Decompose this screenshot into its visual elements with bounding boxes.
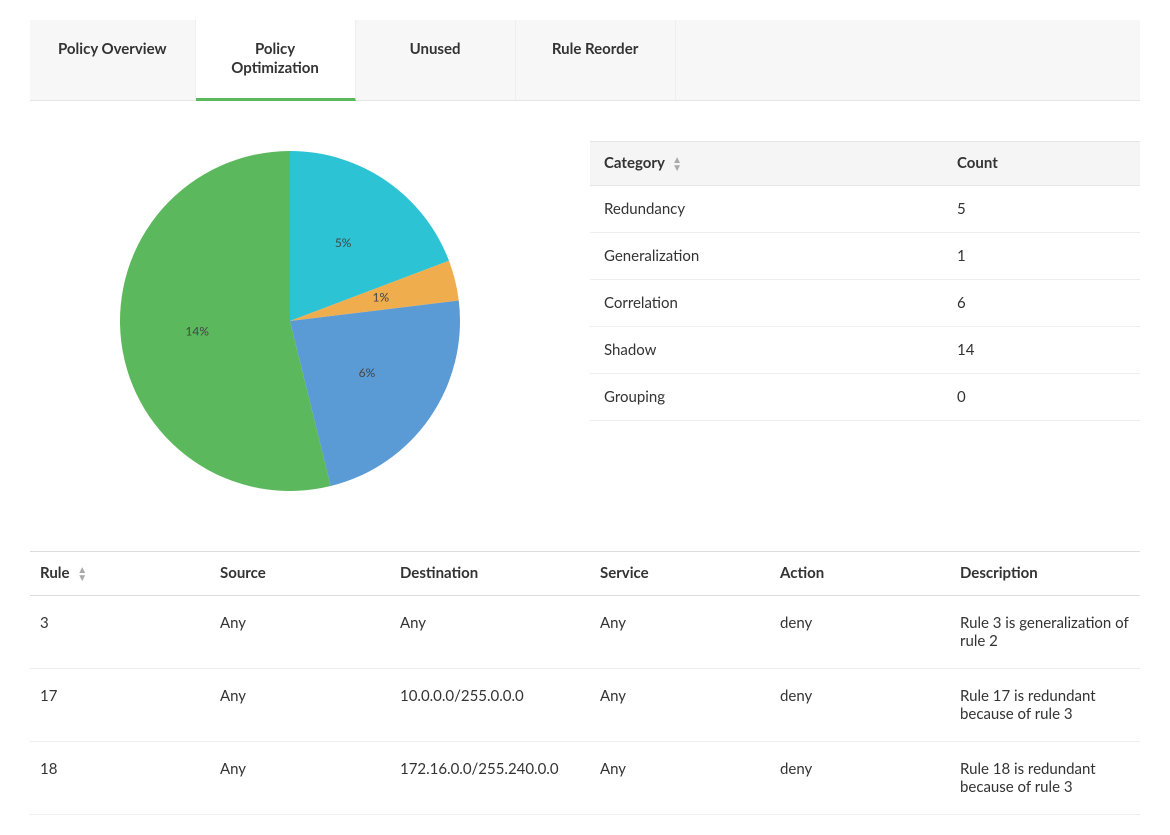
action-cell: deny xyxy=(770,668,950,741)
pie-slice-label: 6% xyxy=(359,365,376,380)
rules-header-destination[interactable]: Destination xyxy=(390,551,590,595)
category-cell: Redundancy xyxy=(590,185,943,232)
rules-header-action[interactable]: Action xyxy=(770,551,950,595)
rules-header-service[interactable]: Service xyxy=(590,551,770,595)
table-row[interactable]: Redundancy5 xyxy=(590,185,1140,232)
category-cell: Generalization xyxy=(590,232,943,279)
count-cell: 5 xyxy=(943,185,1140,232)
source-cell: Any xyxy=(210,595,390,668)
tab-rule-reorder[interactable]: Rule Reorder xyxy=(516,20,676,100)
pie-slice-label: 5% xyxy=(335,235,352,250)
destination-cell: 10.0.0.0/255.0.0.0 xyxy=(390,668,590,741)
table-row[interactable]: 17Any10.0.0.0/255.0.0.0AnydenyRule 17 is… xyxy=(30,668,1140,741)
table-row[interactable]: Correlation6 xyxy=(590,279,1140,326)
description-cell: Rule 3 is generalization of rule 2 xyxy=(950,595,1140,668)
category-header-count[interactable]: Count xyxy=(943,141,1140,185)
rules-header-rule[interactable]: Rule xyxy=(30,551,210,595)
pie-slice-label: 14% xyxy=(185,323,209,338)
tabs: Policy OverviewPolicyOptimizationUnusedR… xyxy=(30,20,1140,101)
action-cell: deny xyxy=(770,741,950,814)
table-row[interactable]: Shadow14 xyxy=(590,326,1140,373)
rules-table: Rule Source Destination Service Action D… xyxy=(30,551,1140,815)
sort-icon[interactable] xyxy=(77,565,87,583)
rules-header-description[interactable]: Description xyxy=(950,551,1140,595)
service-cell: Any xyxy=(590,668,770,741)
tab-policy-optimization[interactable]: PolicyOptimization xyxy=(196,20,356,101)
table-row[interactable]: Generalization1 xyxy=(590,232,1140,279)
count-cell: 14 xyxy=(943,326,1140,373)
category-cell: Correlation xyxy=(590,279,943,326)
count-cell: 0 xyxy=(943,373,1140,420)
count-cell: 1 xyxy=(943,232,1140,279)
rules-header-source[interactable]: Source xyxy=(210,551,390,595)
pie-slice-label: 1% xyxy=(372,289,389,304)
rule-cell: 18 xyxy=(30,741,210,814)
description-cell: Rule 18 is redundant because of rule 3 xyxy=(950,741,1140,814)
tab-policy-overview[interactable]: Policy Overview xyxy=(30,20,196,100)
count-cell: 6 xyxy=(943,279,1140,326)
description-cell: Rule 17 is redundant because of rule 3 xyxy=(950,668,1140,741)
destination-cell: 172.16.0.0/255.240.0.0 xyxy=(390,741,590,814)
source-cell: Any xyxy=(210,741,390,814)
service-cell: Any xyxy=(590,595,770,668)
table-row[interactable]: 3AnyAnyAnydenyRule 3 is generalization o… xyxy=(30,595,1140,668)
destination-cell: Any xyxy=(390,595,590,668)
category-header-category[interactable]: Category xyxy=(590,141,943,185)
category-cell: Shadow xyxy=(590,326,943,373)
category-table: Category Count Redundancy5Generalization… xyxy=(590,141,1140,421)
source-cell: Any xyxy=(210,668,390,741)
action-cell: deny xyxy=(770,595,950,668)
service-cell: Any xyxy=(590,741,770,814)
tab-unused[interactable]: Unused xyxy=(356,20,516,100)
sort-icon[interactable] xyxy=(672,155,682,173)
category-cell: Grouping xyxy=(590,373,943,420)
table-row[interactable]: 18Any172.16.0.0/255.240.0.0AnydenyRule 1… xyxy=(30,741,1140,814)
pie-chart: 5% 1% 6% 14% xyxy=(30,141,550,501)
table-row[interactable]: Grouping0 xyxy=(590,373,1140,420)
rule-cell: 3 xyxy=(30,595,210,668)
rule-cell: 17 xyxy=(30,668,210,741)
